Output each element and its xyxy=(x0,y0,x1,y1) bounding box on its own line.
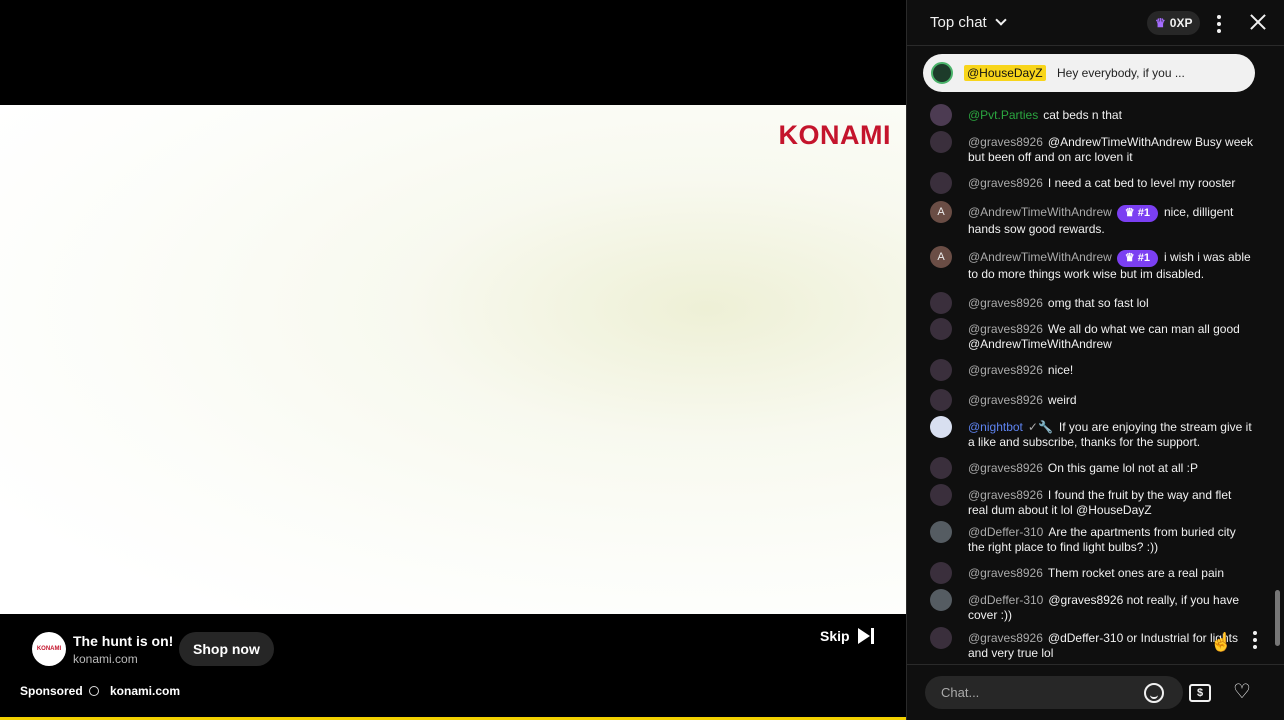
avatar[interactable]: A xyxy=(930,246,952,268)
chat-header: Top chat ♛ 0XP xyxy=(907,0,1284,46)
message-text: nice! xyxy=(1047,363,1074,377)
rank-badge: ♛ #1 xyxy=(1116,250,1158,267)
message-author[interactable]: @graves8926 xyxy=(968,461,1043,475)
avatar[interactable] xyxy=(930,359,952,381)
message-text: cat beds n that xyxy=(1043,108,1122,122)
avatar[interactable] xyxy=(930,172,952,194)
chat-footer: Chat... $ ♡ xyxy=(907,664,1284,720)
message-author[interactable]: @Pvt.Parties xyxy=(968,108,1038,122)
message-author[interactable]: @graves8926 xyxy=(968,566,1043,580)
emoji-icon[interactable] xyxy=(1144,683,1164,703)
message-author[interactable]: @graves8926 xyxy=(968,176,1043,190)
avatar[interactable] xyxy=(930,131,952,153)
avatar[interactable] xyxy=(930,389,952,411)
avatar[interactable]: A xyxy=(930,201,952,223)
skip-ad-button[interactable]: Skip xyxy=(820,628,876,644)
chevron-down-icon xyxy=(995,14,1007,26)
message-text: weird xyxy=(1047,393,1077,407)
avatar[interactable] xyxy=(930,589,952,611)
more-options-icon[interactable] xyxy=(1253,631,1257,649)
avatar[interactable] xyxy=(930,562,952,584)
message-author[interactable]: @graves8926 xyxy=(968,363,1043,377)
ad-video-frame[interactable]: KONAMI xyxy=(0,105,906,614)
avatar[interactable] xyxy=(930,104,952,126)
close-icon[interactable] xyxy=(1249,13,1267,31)
avatar[interactable] xyxy=(930,318,952,340)
message-author[interactable]: @nightbot xyxy=(968,420,1023,434)
message-author[interactable]: @AndrewTimeWithAndrew xyxy=(968,250,1112,264)
verified-icon: ✓🔧 xyxy=(1027,420,1053,434)
chat-scrollbar[interactable] xyxy=(1275,590,1280,646)
sponsored-text: Sponsored xyxy=(20,684,83,698)
message-author[interactable]: @dDeffer-310 xyxy=(968,593,1043,607)
pinned-message[interactable]: @HouseDayZ Hey everybody, if you ... xyxy=(923,54,1255,92)
avatar[interactable] xyxy=(930,521,952,543)
more-options-icon[interactable] xyxy=(1229,66,1233,84)
chat-mode-dropdown[interactable]: Top chat xyxy=(930,14,1007,31)
message-author[interactable]: @AndrewTimeWithAndrew xyxy=(968,205,1112,219)
pinned-text: Hey everybody, if you ... xyxy=(1057,66,1185,80)
skip-next-icon xyxy=(857,628,876,644)
pinned-author[interactable]: @HouseDayZ xyxy=(964,65,1046,81)
message-text: Them rocket ones are a real pain xyxy=(1047,566,1224,580)
video-player[interactable]: KONAMI KONAMI The hunt is on! konami.com… xyxy=(0,0,906,720)
message-author[interactable]: @graves8926 xyxy=(968,393,1043,407)
sponsored-label: Sponsored xyxy=(20,684,99,698)
rank-badge: ♛ #1 xyxy=(1116,205,1158,222)
chat-title: Top chat xyxy=(930,14,987,31)
sponsored-domain-link[interactable]: konami.com xyxy=(110,684,180,698)
message-author[interactable]: @dDeffer-310 xyxy=(968,525,1043,539)
skip-label: Skip xyxy=(820,628,850,644)
avatar[interactable] xyxy=(930,457,952,479)
ad-domain[interactable]: konami.com xyxy=(73,652,138,666)
live-chat-panel: Top chat ♛ 0XP @HouseDayZ Hey everybody,… xyxy=(906,0,1284,720)
message-author[interactable]: @graves8926 xyxy=(968,322,1043,336)
message-author[interactable]: @graves8926 xyxy=(968,135,1043,149)
message-text: I need a cat bed to level my rooster xyxy=(1047,176,1236,190)
heart-icon[interactable]: ♡ xyxy=(1233,682,1251,702)
info-icon[interactable] xyxy=(88,686,99,696)
ad-title[interactable]: The hunt is on! xyxy=(73,633,173,649)
avatar[interactable] xyxy=(930,416,952,438)
advertiser-logo[interactable]: KONAMI xyxy=(32,632,66,666)
chat-message-list[interactable]: @Pvt.Parties cat beds n that @graves8926 @… xyxy=(907,100,1277,662)
message-author[interactable]: @graves8926 xyxy=(968,488,1043,502)
xp-value: 0XP xyxy=(1169,16,1193,30)
avatar[interactable] xyxy=(930,627,952,649)
super-chat-icon[interactable]: $ xyxy=(1189,684,1211,702)
avatar[interactable] xyxy=(930,292,952,314)
avatar[interactable] xyxy=(930,484,952,506)
app-root: KONAMI KONAMI The hunt is on! konami.com… xyxy=(0,0,1284,720)
shop-now-button[interactable]: Shop now xyxy=(179,632,274,666)
message-text: omg that so fast lol xyxy=(1047,296,1149,310)
message-author[interactable]: @graves8926 xyxy=(968,631,1043,645)
avatar xyxy=(931,62,953,84)
crown-icon: ♛ xyxy=(1155,16,1166,30)
message-author[interactable]: @graves8926 xyxy=(968,296,1043,310)
message-text: On this game lol not at all :P xyxy=(1047,461,1198,475)
more-options-icon[interactable] xyxy=(1217,15,1221,33)
konami-logo: KONAMI xyxy=(778,120,891,150)
hand-cursor-icon: ☝ xyxy=(1210,632,1233,652)
ad-info-bar: KONAMI The hunt is on! konami.com Shop n… xyxy=(0,614,906,720)
xp-badge[interactable]: ♛ 0XP xyxy=(1147,11,1201,35)
